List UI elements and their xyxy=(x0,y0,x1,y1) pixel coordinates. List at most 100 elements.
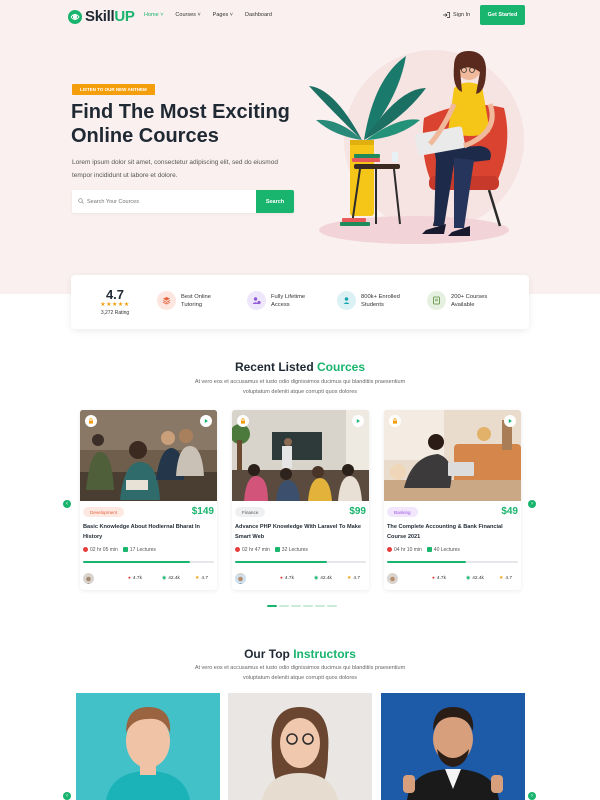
chevron-right-icon: › xyxy=(531,501,533,507)
instructor-photo[interactable] xyxy=(228,693,372,800)
avatar[interactable] xyxy=(235,573,246,584)
course-price: $49 xyxy=(501,506,518,517)
category-tag[interactable]: Banking xyxy=(387,507,418,517)
top-navbar: SkillUP Home ˅ Courses ˅ Pages ˅ Dashboa… xyxy=(0,0,600,32)
hero-title-line2: Online Cources xyxy=(71,125,219,147)
chevron-down-icon: ˅ xyxy=(160,12,164,18)
play-icon[interactable] xyxy=(200,415,212,427)
feature-lifetime-access: Fully Lifetime Access xyxy=(247,291,325,310)
feature-label: Best Online Tutoring xyxy=(181,293,211,308)
course-meta: 02 hr 05 min 17 Lectures xyxy=(83,547,156,553)
play-icon[interactable] xyxy=(352,415,364,427)
duration: 02 hr 47 min xyxy=(235,547,270,553)
rating-count: 3,272 Rating xyxy=(100,310,130,316)
eye-icon: ◉ xyxy=(466,576,471,581)
course-meta: 02 hr 47 min 32 Lectures xyxy=(235,547,308,553)
avatar[interactable] xyxy=(387,573,398,584)
lectures: 17 Lectures xyxy=(122,547,156,553)
lock-icon[interactable] xyxy=(237,415,249,427)
carousel-pagination xyxy=(267,605,337,607)
clock-icon xyxy=(387,547,392,553)
signin-link[interactable]: Sign In xyxy=(443,12,470,18)
recent-courses-subtitle: At vero eos et accusamus et iusto odio d… xyxy=(194,379,406,395)
search-form: Search xyxy=(72,190,294,213)
video-icon xyxy=(426,547,432,553)
lock-icon[interactable] xyxy=(389,415,401,427)
pagination-dot[interactable] xyxy=(315,605,325,607)
user-icon: ● xyxy=(280,576,283,581)
course-card[interactable]: Development $149 Basic Knowledge About H… xyxy=(80,410,217,590)
nav-item-home[interactable]: Home ˅ xyxy=(144,12,163,18)
views-count: ◉ 42.4k xyxy=(314,576,332,581)
course-title[interactable]: Advance PHP Knowledge With Laravel To Ma… xyxy=(235,522,363,542)
instructor-photo[interactable] xyxy=(381,693,525,800)
course-title[interactable]: The Complete Accounting & Bank Financial… xyxy=(387,522,515,542)
students-count: ● 4.7k xyxy=(432,576,446,581)
nav-item-courses[interactable]: Courses ˅ xyxy=(175,12,200,18)
course-card[interactable]: Finance $99 Advance PHP Knowledge With L… xyxy=(232,410,369,590)
pagination-dot[interactable] xyxy=(291,605,301,607)
pagination-dot[interactable] xyxy=(327,605,337,607)
signin-label: Sign In xyxy=(453,12,471,18)
logo[interactable]: SkillUP xyxy=(68,8,135,25)
lectures: 32 Lectures xyxy=(274,547,308,553)
chevron-down-icon: ˅ xyxy=(229,12,234,18)
category-tag[interactable]: Development xyxy=(83,507,125,517)
signin-icon xyxy=(443,12,450,18)
duration: 02 hr 05 min xyxy=(83,547,118,553)
carousel-prev-button[interactable]: ‹ xyxy=(63,500,71,508)
star-icon: ★ xyxy=(499,576,504,581)
course-progress xyxy=(83,561,214,563)
course-meta: 04 hr 10 min 40 Lectures xyxy=(387,547,460,553)
rating-value: 4.7 xyxy=(105,287,125,302)
pagination-dot[interactable] xyxy=(303,605,313,607)
nav-item-pages[interactable]: Pages ˅ xyxy=(213,12,233,18)
instructors-prev-button[interactable]: ‹ xyxy=(63,792,71,800)
recent-courses-title: Recent Listed Cources xyxy=(234,360,366,374)
students-count: ● 4.7k xyxy=(280,576,294,581)
rating-badge: ★ 4.7 xyxy=(499,576,512,581)
clock-icon xyxy=(83,547,88,553)
lifetime-access-icon xyxy=(247,291,266,310)
feature-label: 200+ Courses Available xyxy=(451,293,488,308)
course-image xyxy=(232,410,369,501)
rating-summary: 4.7 ★★★★★ 3,272 Rating xyxy=(93,287,137,316)
video-icon xyxy=(122,547,128,553)
star-icon: ★ xyxy=(347,576,352,581)
video-icon xyxy=(274,547,280,553)
play-icon[interactable] xyxy=(504,415,516,427)
get-started-button[interactable]: Get Started xyxy=(480,5,525,25)
search-input[interactable] xyxy=(87,194,252,209)
category-tag[interactable]: Finance xyxy=(235,507,266,517)
views-count: ◉ 42.4k xyxy=(162,576,180,581)
course-card[interactable]: Banking $49 The Complete Accounting & Ba… xyxy=(384,410,521,590)
rating-stars: ★★★★★ xyxy=(100,302,130,308)
nav-item-dashboard[interactable]: Dashboard xyxy=(245,12,272,18)
students-icon xyxy=(337,291,356,310)
feature-enrolled: 800k+ Enrolled Students xyxy=(337,291,415,310)
anthem-badge[interactable]: LISTEN TO OUR NEW ANTHEM xyxy=(72,84,155,95)
lectures: 40 Lectures xyxy=(426,547,460,553)
pagination-dot[interactable] xyxy=(267,605,277,607)
avatar[interactable] xyxy=(83,573,94,584)
course-title[interactable]: Basic Knowledge About Hodiernal Bharat I… xyxy=(83,522,211,542)
chevron-left-icon: ‹ xyxy=(66,501,68,507)
logo-icon xyxy=(68,9,82,24)
instructors-next-button[interactable]: › xyxy=(528,792,536,800)
instructor-photo[interactable] xyxy=(76,693,220,800)
course-price: $99 xyxy=(349,506,366,517)
pagination-dot[interactable] xyxy=(279,605,289,607)
clock-icon xyxy=(235,547,240,553)
feature-label: 800k+ Enrolled Students xyxy=(361,293,400,308)
feature-tutoring: Best Online Tutoring xyxy=(157,291,235,310)
lock-icon[interactable] xyxy=(85,415,97,427)
chevron-down-icon: ˅ xyxy=(197,12,201,18)
user-icon: ● xyxy=(128,576,131,581)
search-button[interactable]: Search xyxy=(256,190,294,213)
chevron-right-icon: › xyxy=(531,793,533,799)
feature-label: Fully Lifetime Access xyxy=(271,293,306,308)
carousel-next-button[interactable]: › xyxy=(528,500,536,508)
hero-title-line1: Find The Most Exciting xyxy=(71,101,290,123)
course-progress xyxy=(235,561,366,563)
hero-title: Find The Most Exciting Online Cources xyxy=(71,100,331,148)
